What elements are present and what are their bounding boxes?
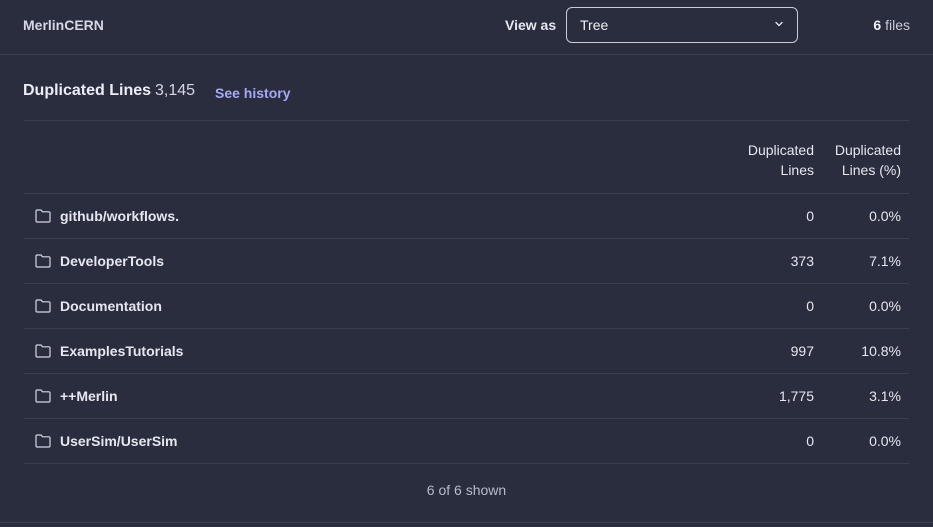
view-as-value: Tree <box>580 17 609 33</box>
chevron-down-icon <box>775 21 783 27</box>
table-row[interactable]: DeveloperTools 373 7.1% <box>24 239 909 284</box>
duplicated-lines-pct-value[interactable]: 10.8% <box>861 343 901 359</box>
top-bar: MerlinCERN View as Tree 6 files <box>0 0 933 55</box>
folder-name[interactable]: github/workflows. <box>60 208 179 224</box>
folder-name[interactable]: ExamplesTutorials <box>60 343 183 359</box>
metric-value: 3,145 <box>155 82 196 99</box>
duplicated-lines-value[interactable]: 997 <box>791 343 814 359</box>
folder-name[interactable]: UserSim/UserSim <box>60 433 178 449</box>
files-count: 6 files <box>873 17 910 33</box>
column-header-line1: Duplicated <box>834 142 901 158</box>
see-history-link[interactable]: See history <box>215 85 290 101</box>
files-count-number: 6 <box>873 17 882 33</box>
column-header-duplicated-lines-pct[interactable]: Duplicated Lines (%) <box>811 140 901 180</box>
duplicated-lines-pct-value[interactable]: 0.0% <box>869 298 901 314</box>
view-as-select[interactable]: Tree <box>566 7 798 43</box>
duplicated-lines-value[interactable]: 1,775 <box>779 388 814 404</box>
project-name[interactable]: MerlinCERN <box>23 17 104 33</box>
table-row[interactable]: github/workflows. 0 0.0% <box>24 194 909 239</box>
table-row[interactable]: ExamplesTutorials 997 10.8% <box>24 329 909 374</box>
folder-icon <box>35 389 51 403</box>
measures-table: Duplicated Lines Duplicated Lines (%) gi… <box>24 120 909 464</box>
column-header-line2: Lines <box>780 162 814 178</box>
divider <box>0 522 933 523</box>
folder-icon <box>35 344 51 358</box>
duplicated-lines-value[interactable]: 373 <box>791 253 814 269</box>
duplicated-lines-pct-value[interactable]: 7.1% <box>869 253 901 269</box>
files-count-label: files <box>885 17 910 33</box>
duplicated-lines-value[interactable]: 0 <box>806 298 814 314</box>
folder-name[interactable]: ++Merlin <box>60 388 118 404</box>
column-header-duplicated-lines[interactable]: Duplicated Lines <box>724 140 814 180</box>
duplicated-lines-pct-value[interactable]: 3.1% <box>869 388 901 404</box>
table-header: Duplicated Lines Duplicated Lines (%) <box>24 121 909 194</box>
duplicated-lines-pct-value[interactable]: 0.0% <box>869 208 901 224</box>
duplicated-lines-pct-value[interactable]: 0.0% <box>869 433 901 449</box>
metric-header: Duplicated Lines 3,145 <box>23 82 195 104</box>
folder-icon <box>35 299 51 313</box>
duplicated-lines-value[interactable]: 0 <box>806 208 814 224</box>
table-row[interactable]: Documentation 0 0.0% <box>24 284 909 329</box>
folder-icon <box>35 209 51 223</box>
folder-icon <box>35 254 51 268</box>
folder-name[interactable]: Documentation <box>60 298 162 314</box>
metric-title: Duplicated Lines <box>23 82 152 99</box>
table-row[interactable]: UserSim/UserSim 0 0.0% <box>24 419 909 464</box>
folder-name[interactable]: DeveloperTools <box>60 253 164 269</box>
table-row[interactable]: ++Merlin 1,775 3.1% <box>24 374 909 419</box>
column-header-line2: Lines (%) <box>841 162 901 178</box>
duplicated-lines-value[interactable]: 0 <box>806 433 814 449</box>
folder-icon <box>35 434 51 448</box>
column-header-line1: Duplicated <box>747 142 814 158</box>
view-as-label: View as <box>505 17 557 33</box>
shown-count: 6 of 6 shown <box>426 482 507 498</box>
